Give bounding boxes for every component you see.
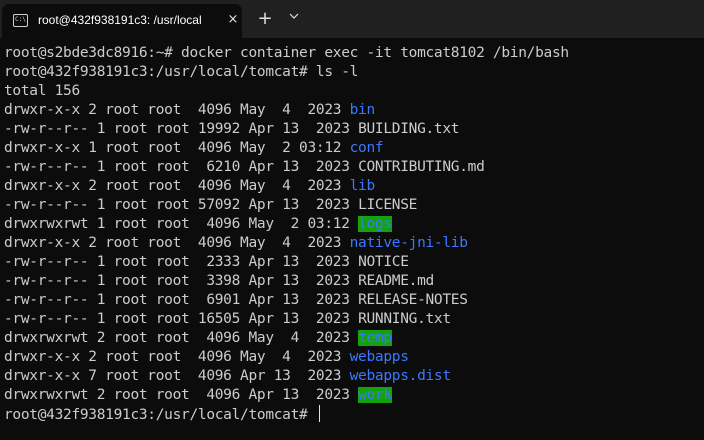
- file-meta: drwxr-x-x 2 root root 4096 May 4 2023: [4, 349, 350, 365]
- listing-row: drwxr-x-x 2 root root 4096 May 4 2023 na…: [4, 234, 704, 253]
- command-line: root@432f938191c3:/usr/local/tomcat# ls …: [4, 63, 704, 82]
- file-meta: drwxr-x-x 2 root root 4096 May 4 2023: [4, 102, 350, 118]
- file-meta: -rw-r--r-- 1 root root 6210 Apr 13 2023: [4, 159, 359, 175]
- listing-row: drwxr-x-x 7 root root 4096 Apr 13 2023 w…: [4, 367, 704, 386]
- current-prompt-line[interactable]: root@432f938191c3:/usr/local/tomcat#: [4, 405, 704, 424]
- file-name: README.md: [358, 273, 434, 289]
- directory-name: webapps: [349, 349, 409, 365]
- terminal-output[interactable]: root@s2bde3dc8916:~# docker container ex…: [4, 44, 704, 434]
- file-meta: drwxrwxrwt 2 root root 4096 Apr 13 2023: [4, 387, 359, 403]
- file-name: RUNNING.txt: [358, 311, 451, 327]
- directory-name: conf: [349, 140, 384, 156]
- directory-name: webapps.dist: [349, 368, 451, 384]
- listing-row: -rw-r--r-- 1 root root 57092 Apr 13 2023…: [4, 196, 704, 215]
- command-text: ls -l: [315, 64, 359, 80]
- file-name: BUILDING.txt: [358, 121, 460, 137]
- directory-name: bin: [349, 102, 376, 118]
- file-name: RELEASE-NOTES: [358, 292, 468, 308]
- file-name: CONTRIBUTING.md: [358, 159, 485, 175]
- listing-row: -rw-r--r-- 1 root root 6210 Apr 13 2023 …: [4, 158, 704, 177]
- listing-row: -rw-r--r-- 1 root root 6901 Apr 13 2023 …: [4, 291, 704, 310]
- directory-name: temp: [358, 330, 392, 346]
- listing-row: -rw-r--r-- 1 root root 2333 Apr 13 2023 …: [4, 253, 704, 272]
- file-meta: -rw-r--r-- 1 root root 16505 Apr 13 2023: [4, 311, 359, 327]
- listing-row: drwxr-x-x 2 root root 4096 May 4 2023 bi…: [4, 101, 704, 120]
- directory-name: logs: [358, 216, 392, 232]
- command-text: docker container exec -it tomcat8102 /bi…: [181, 45, 569, 61]
- file-meta: drwxr-x-x 2 root root 4096 May 4 2023: [4, 178, 350, 194]
- file-meta: drwxr-x-x 7 root root 4096 Apr 13 2023: [4, 368, 350, 384]
- directory-name: lib: [349, 178, 376, 194]
- file-meta: -rw-r--r-- 1 root root 3398 Apr 13 2023: [4, 273, 359, 289]
- terminal-tab[interactable]: C:\ root@432f938191c3: /usr/local ×: [2, 4, 242, 38]
- file-meta: drwxrwxrwt 2 root root 4096 May 4 2023: [4, 330, 359, 346]
- listing-row: drwxrwxrwt 1 root root 4096 May 2 03:12 …: [4, 215, 704, 234]
- new-tab-button[interactable]: +: [254, 8, 276, 30]
- file-meta: drwxrwxrwt 1 root root 4096 May 2 03:12: [4, 216, 359, 232]
- close-tab-button[interactable]: ×: [225, 12, 241, 28]
- chevron-down-icon[interactable]: [284, 8, 304, 30]
- terminal-icon: C:\: [13, 14, 28, 27]
- file-meta: -rw-r--r-- 1 root root 57092 Apr 13 2023: [4, 197, 359, 213]
- total-line: total 156: [4, 83, 80, 99]
- shell-prompt: root@s2bde3dc8916:~#: [4, 45, 182, 61]
- text-cursor: [318, 405, 320, 422]
- listing-row: drwxr-x-x 1 root root 4096 May 2 03:12 c…: [4, 139, 704, 158]
- title-bar: C:\ root@432f938191c3: /usr/local × +: [0, 0, 704, 38]
- file-meta: -rw-r--r-- 1 root root 6901 Apr 13 2023: [4, 292, 359, 308]
- file-meta: drwxr-x-x 2 root root 4096 May 4 2023: [4, 235, 350, 251]
- listing-row: drwxr-x-x 2 root root 4096 May 4 2023 li…: [4, 177, 704, 196]
- directory-name: work: [358, 387, 392, 403]
- directory-name: native-jni-lib: [349, 235, 468, 251]
- file-meta: -rw-r--r-- 1 root root 2333 Apr 13 2023: [4, 254, 359, 270]
- file-name: NOTICE: [358, 254, 409, 270]
- listing-row: -rw-r--r-- 1 root root 19992 Apr 13 2023…: [4, 120, 704, 139]
- listing-row: drwxrwxrwt 2 root root 4096 Apr 13 2023 …: [4, 386, 704, 405]
- listing-row: -rw-r--r-- 1 root root 16505 Apr 13 2023…: [4, 310, 704, 329]
- tab-title: root@432f938191c3: /usr/local: [38, 13, 202, 27]
- file-listing: drwxr-x-x 2 root root 4096 May 4 2023 bi…: [4, 101, 704, 405]
- file-meta: drwxr-x-x 1 root root 4096 May 2 03:12: [4, 140, 350, 156]
- shell-prompt: root@432f938191c3:/usr/local/tomcat#: [4, 407, 316, 423]
- file-name: LICENSE: [358, 197, 418, 213]
- listing-row: drwxr-x-x 2 root root 4096 May 4 2023 we…: [4, 348, 704, 367]
- file-meta: -rw-r--r-- 1 root root 19992 Apr 13 2023: [4, 121, 359, 137]
- command-line: root@s2bde3dc8916:~# docker container ex…: [4, 44, 704, 63]
- listing-row: drwxrwxrwt 2 root root 4096 May 4 2023 t…: [4, 329, 704, 348]
- listing-row: -rw-r--r-- 1 root root 3398 Apr 13 2023 …: [4, 272, 704, 291]
- shell-prompt: root@432f938191c3:/usr/local/tomcat#: [4, 64, 316, 80]
